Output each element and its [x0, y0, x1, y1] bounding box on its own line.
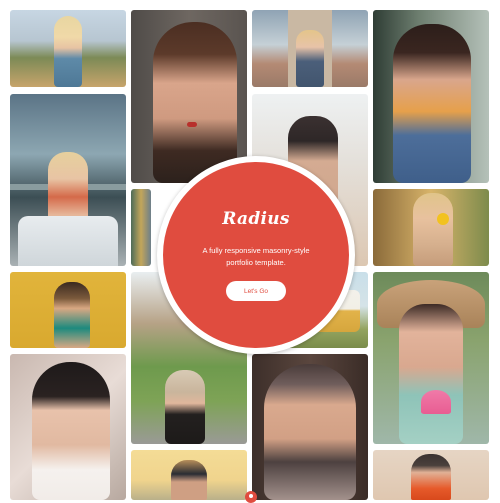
photo-tile[interactable]: [131, 10, 247, 183]
photo-tile[interactable]: [10, 354, 126, 500]
info-icon[interactable]: [245, 491, 257, 503]
photo-tile[interactable]: [131, 450, 247, 500]
hero-title: Radius: [222, 209, 290, 229]
hero-subtitle: A fully responsive masonry-style portfol…: [202, 246, 310, 267]
photo-tile[interactable]: [373, 189, 489, 266]
photo-tile[interactable]: [373, 450, 489, 500]
photo-tile[interactable]: [10, 10, 126, 87]
photo-tile[interactable]: [10, 272, 126, 348]
photo-tile[interactable]: [131, 189, 151, 266]
photo-tile[interactable]: [252, 354, 368, 500]
lets-go-button[interactable]: Let's Go: [226, 281, 286, 301]
photo-tile[interactable]: [10, 94, 126, 266]
photo-tile[interactable]: [373, 10, 489, 183]
hero-circle: Radius A fully responsive masonry-style …: [157, 156, 355, 354]
photo-tile[interactable]: [252, 10, 368, 87]
photo-tile[interactable]: [373, 272, 489, 444]
